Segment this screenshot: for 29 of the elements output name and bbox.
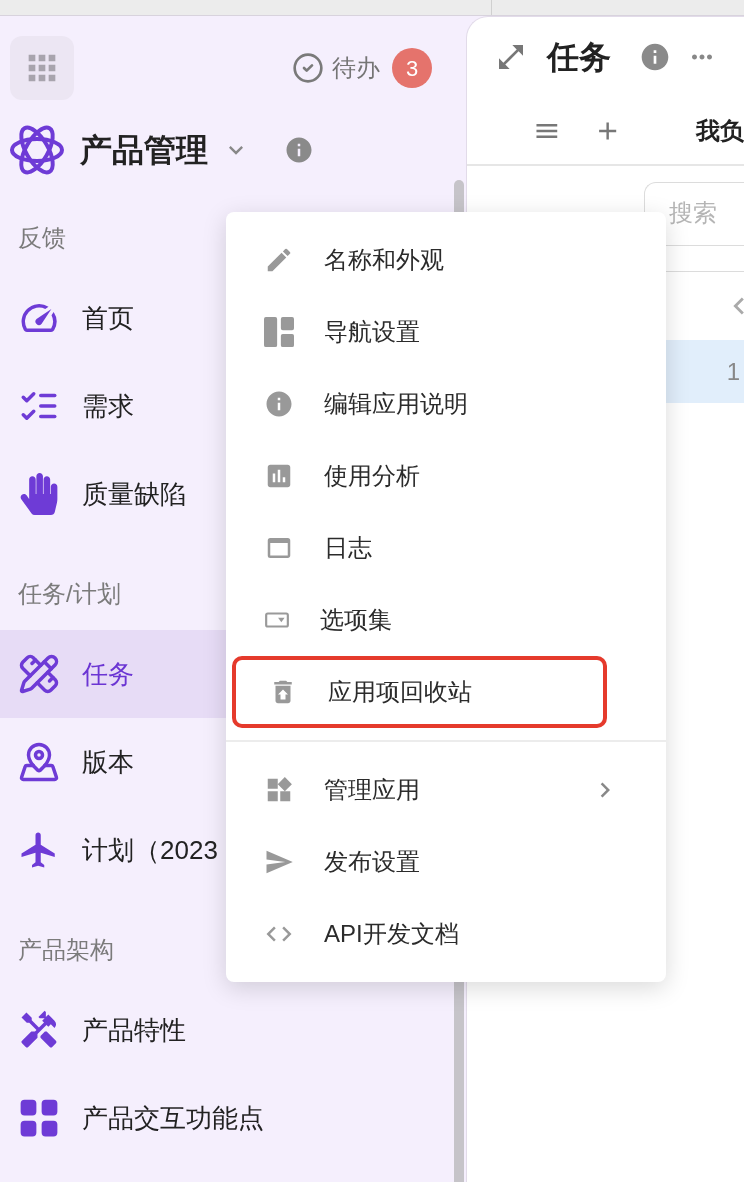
menu-item[interactable]: 导航设置 xyxy=(232,296,660,368)
menu-item[interactable]: 日志 xyxy=(232,512,660,584)
section-heading: 任务/计划 xyxy=(18,579,121,609)
menu-item[interactable]: 应用项回收站 xyxy=(232,656,607,728)
sidebar-item[interactable]: 产品交互功能点 xyxy=(0,1074,450,1162)
todo-label[interactable]: 待办 xyxy=(332,50,380,86)
section-heading: 产品架构 xyxy=(18,935,114,965)
view-tab[interactable]: 我负 xyxy=(696,112,744,149)
section-heading: 反馈 xyxy=(18,223,66,253)
panel-title: 任务 xyxy=(547,38,611,77)
layout-icon xyxy=(264,317,294,347)
todo-count: 3 xyxy=(392,48,432,88)
menu-item[interactable]: 编辑应用说明 xyxy=(232,368,660,440)
info-icon[interactable] xyxy=(639,41,671,73)
check-circle-icon[interactable] xyxy=(292,52,324,84)
menu-item[interactable]: 发布设置 xyxy=(232,826,660,898)
hand-icon xyxy=(18,473,60,515)
menu-item[interactable]: 使用分析 xyxy=(232,440,660,512)
pencil-ruler-icon xyxy=(18,653,60,695)
map-pin-icon xyxy=(18,741,60,783)
info-icon[interactable] xyxy=(284,135,314,165)
app-title: 产品管理 xyxy=(80,131,208,170)
menu-item[interactable]: API开发文档 xyxy=(232,898,660,970)
info-icon xyxy=(264,389,294,419)
grid-icon xyxy=(18,1097,60,1139)
menu-item[interactable]: 管理应用 xyxy=(232,754,660,826)
sidebar-item[interactable]: 产品特性 xyxy=(0,986,450,1074)
search-field[interactable]: 搜索 xyxy=(644,181,744,244)
app-grid-button[interactable] xyxy=(10,36,74,100)
